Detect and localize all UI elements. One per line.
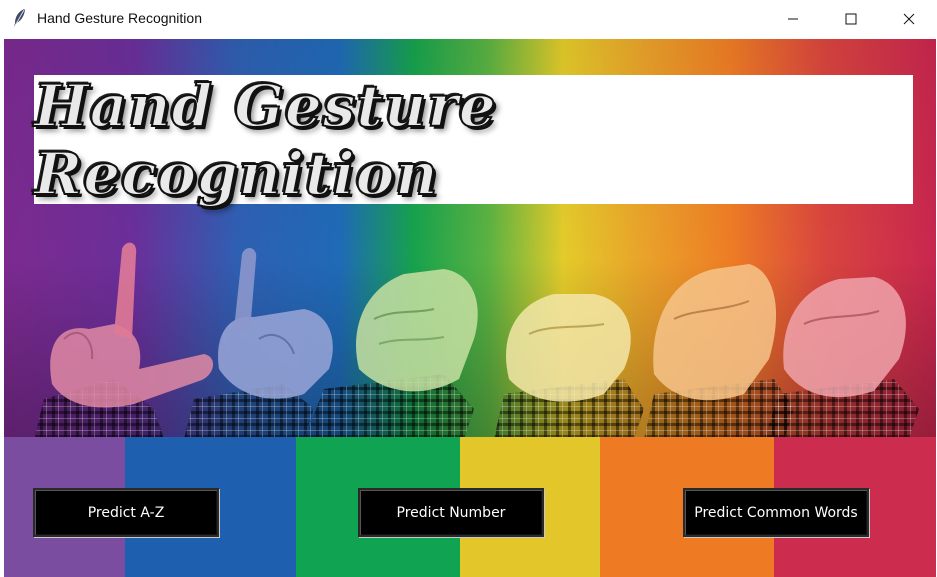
- main-window-content: Hand Gesture Recognition Predict A-Z Pre…: [4, 39, 936, 577]
- minimize-icon: [788, 18, 798, 19]
- close-button[interactable]: [886, 0, 932, 37]
- minimize-button[interactable]: [770, 0, 816, 37]
- maximize-icon: [845, 13, 857, 24]
- feather-icon: [12, 8, 28, 28]
- banner-title: Hand Gesture Recognition: [33, 71, 497, 209]
- window-titlebar: Hand Gesture Recognition: [0, 0, 937, 37]
- close-icon: [903, 13, 915, 24]
- title-banner: Hand Gesture Recognition: [33, 71, 913, 209]
- predict-number-button[interactable]: Predict Number: [358, 488, 544, 537]
- predict-common-words-button[interactable]: Predict Common Words: [683, 488, 869, 537]
- maximize-button[interactable]: [828, 0, 874, 37]
- predict-az-button[interactable]: Predict A-Z: [33, 488, 219, 537]
- window-title: Hand Gesture Recognition: [37, 10, 202, 26]
